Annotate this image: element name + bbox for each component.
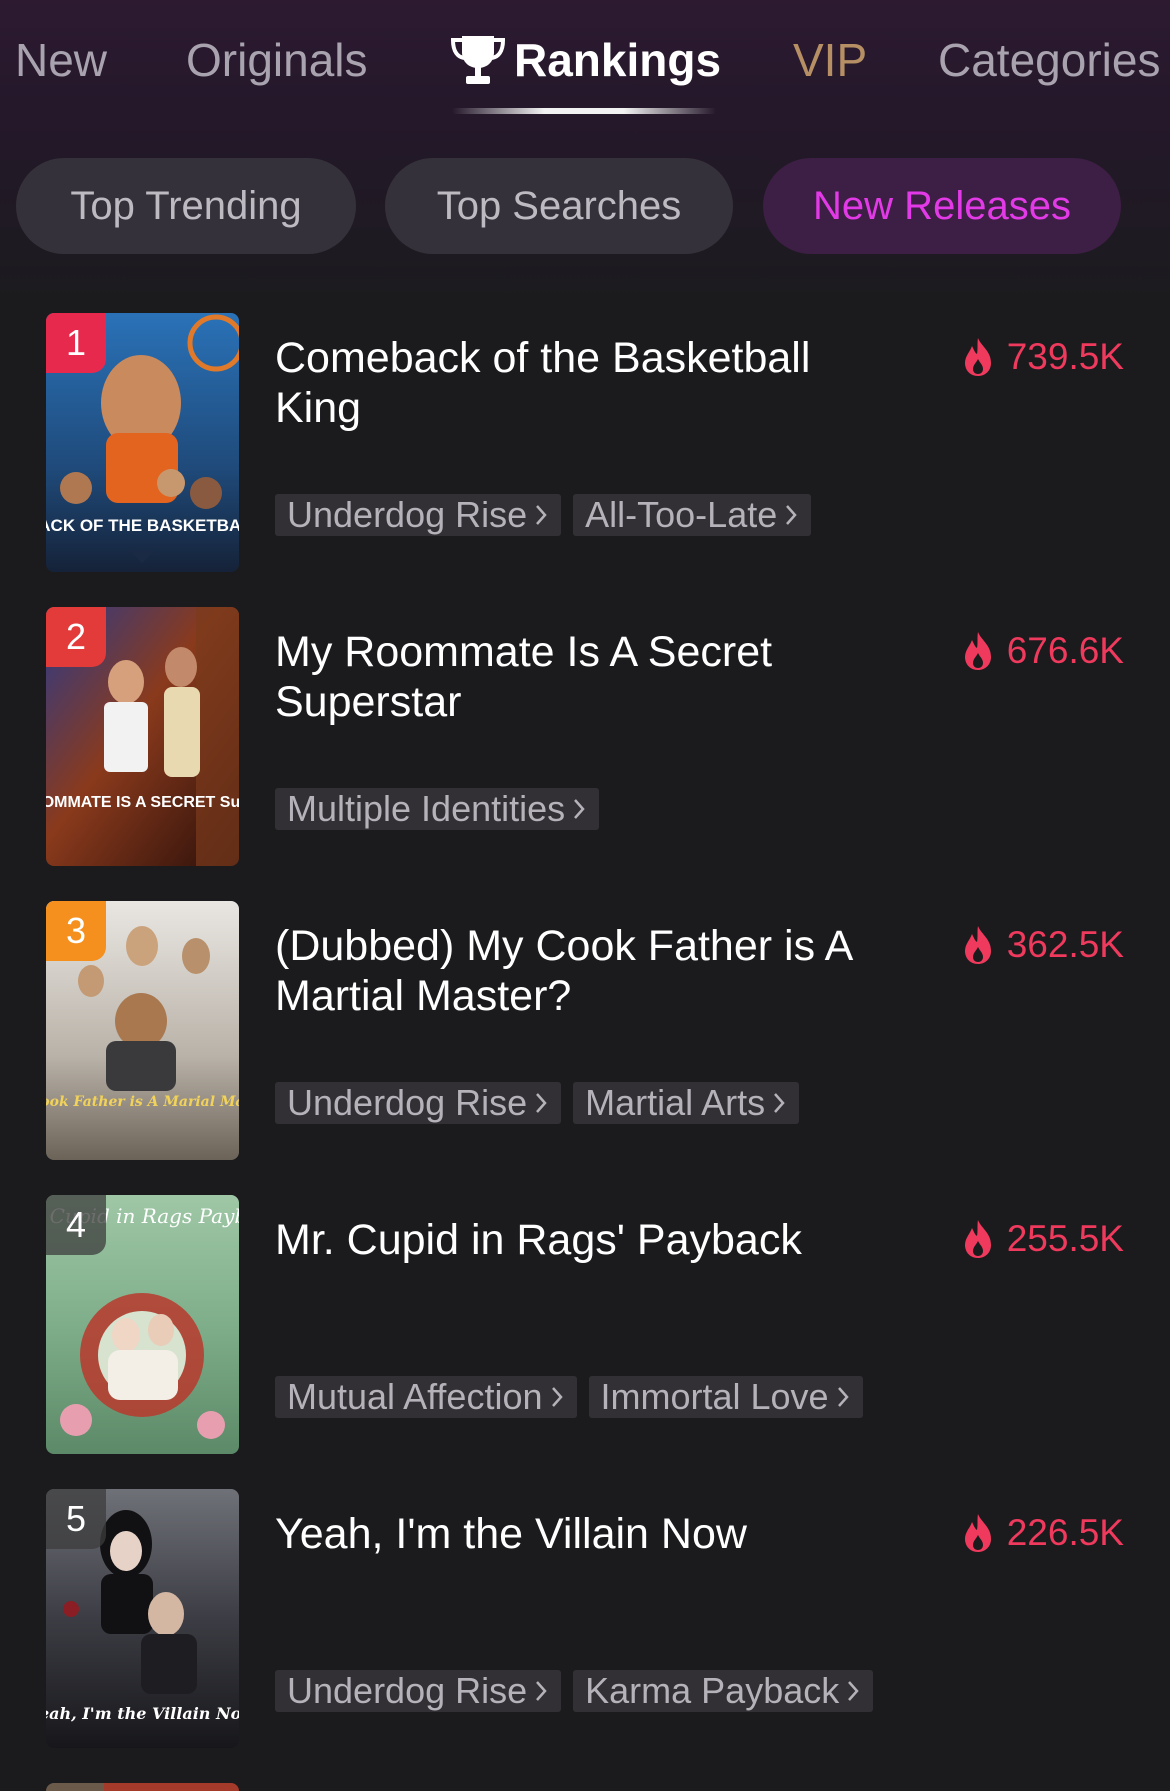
list-item[interactable]: Cupid in Rags Payback 4 Mr. Cupid in Rag… bbox=[0, 1195, 1170, 1455]
tab-vip[interactable]: VIP bbox=[793, 28, 867, 92]
tag-chip[interactable]: Karma Payback bbox=[573, 1670, 874, 1712]
tab-new[interactable]: New bbox=[15, 28, 107, 92]
poster-thumbnail[interactable]: Cupid in Rags Payback 4 bbox=[46, 1195, 239, 1454]
tag-list: Underdog Rise Martial Arts bbox=[275, 1082, 811, 1124]
tag-chip[interactable]: Immortal Love bbox=[588, 1376, 863, 1418]
poster-thumbnail[interactable]: COMEBACK OF THE BASKETBALL KING 1 bbox=[46, 313, 239, 572]
list-item[interactable]: Yeah, I'm the Villain Now 5 Yeah, I'm th… bbox=[0, 1489, 1170, 1749]
rank-badge: 2 bbox=[46, 607, 106, 667]
tag-list: Multiple Identities bbox=[275, 788, 611, 830]
poster-thumbnail[interactable]: My Cook Father is A Marial Master? 3 bbox=[46, 901, 239, 1160]
tab-originals[interactable]: Originals bbox=[186, 28, 368, 92]
tag-label: Underdog Rise bbox=[287, 494, 528, 535]
tag-chip[interactable]: Underdog Rise bbox=[275, 1082, 562, 1124]
rank-badge: 1 bbox=[46, 313, 106, 373]
fire-icon bbox=[964, 1220, 991, 1258]
tab-rankings[interactable]: Rankings bbox=[448, 28, 721, 92]
list-item[interactable]: MY ROOMMATE IS A SECRET Superstar 2 My R… bbox=[0, 607, 1170, 867]
list-item[interactable]: My Cook Father is A Marial Master? 3 (Du… bbox=[0, 901, 1170, 1161]
tag-chip[interactable]: Martial Arts bbox=[573, 1082, 800, 1124]
drama-title[interactable]: Comeback of the Basketball King bbox=[275, 333, 895, 433]
chevron-right-icon bbox=[786, 505, 797, 525]
poster-caption: My Cook Father is A Marial Master? bbox=[46, 1094, 239, 1110]
chevron-right-icon bbox=[536, 505, 547, 525]
heat-value: 676.6K bbox=[1006, 630, 1124, 671]
fire-icon bbox=[964, 338, 991, 376]
trophy-icon bbox=[450, 36, 506, 84]
tag-chip[interactable]: Underdog Rise bbox=[275, 1670, 562, 1712]
chevron-right-icon bbox=[551, 1387, 563, 1407]
heat-count: 255.5K bbox=[961, 1217, 1124, 1261]
drama-title[interactable]: Mr. Cupid in Rags' Payback bbox=[275, 1215, 895, 1265]
chip-top-trending[interactable]: Top Trending bbox=[16, 158, 356, 254]
tag-label: Multiple Identities bbox=[287, 788, 566, 829]
heat-count: 226.5K bbox=[961, 1511, 1124, 1555]
poster-thumbnail[interactable]: Yeah, I'm the Villain Now 5 bbox=[46, 1489, 239, 1748]
heat-count: 362.5K bbox=[961, 923, 1124, 967]
drama-title[interactable]: Yeah, I'm the Villain Now bbox=[275, 1509, 895, 1559]
heat-value: 226.5K bbox=[1006, 1512, 1124, 1553]
poster-caption: Yeah, I'm the Villain Now bbox=[46, 1704, 239, 1723]
tag-chip[interactable]: Multiple Identities bbox=[275, 788, 600, 830]
rank-badge: 5 bbox=[46, 1489, 106, 1549]
chip-new-releases[interactable]: New Releases bbox=[763, 158, 1121, 254]
tag-chip[interactable]: Mutual Affection bbox=[275, 1376, 577, 1418]
chevron-right-icon bbox=[774, 1093, 785, 1113]
poster-caption: MY ROOMMATE IS A SECRET Superstar bbox=[46, 794, 239, 811]
tag-chip[interactable]: All-Too-Late bbox=[573, 494, 812, 536]
list-item[interactable]: COMEBACK OF THE BASKETBALL KING 1 Comeba… bbox=[0, 313, 1170, 573]
heat-value: 739.5K bbox=[1006, 336, 1124, 377]
tag-label: Martial Arts bbox=[585, 1082, 766, 1123]
active-tab-indicator bbox=[452, 108, 716, 114]
drama-title[interactable]: (Dubbed) My Cook Father is A Martial Mas… bbox=[275, 921, 895, 1021]
poster-thumbnail[interactable]: MY ROOMMATE IS A SECRET Superstar 2 bbox=[46, 607, 239, 866]
next-poster-peek[interactable] bbox=[46, 1783, 239, 1791]
tag-list: Underdog Rise All-Too-Late bbox=[275, 494, 823, 536]
drama-title[interactable]: My Roommate Is A Secret Superstar bbox=[275, 627, 895, 727]
chevron-right-icon bbox=[536, 1681, 547, 1701]
tag-label: Immortal Love bbox=[600, 1376, 829, 1417]
chevron-right-icon bbox=[536, 1093, 547, 1113]
tag-label: Karma Payback bbox=[585, 1670, 840, 1711]
chevron-right-icon bbox=[837, 1387, 849, 1407]
tag-label: Underdog Rise bbox=[287, 1082, 528, 1123]
chevron-right-icon bbox=[848, 1681, 859, 1701]
tag-label: Underdog Rise bbox=[287, 1670, 528, 1711]
poster-caption: COMEBACK OF THE BASKETBALL KING bbox=[46, 516, 239, 535]
rank-badge: 3 bbox=[46, 901, 106, 961]
tag-label: All-Too-Late bbox=[585, 494, 778, 535]
heat-count: 739.5K bbox=[961, 335, 1124, 379]
chip-top-searches[interactable]: Top Searches bbox=[385, 158, 733, 254]
rank-badge: 4 bbox=[46, 1195, 106, 1255]
heat-count: 676.6K bbox=[961, 629, 1124, 673]
fire-icon bbox=[964, 926, 991, 964]
fire-icon bbox=[964, 632, 991, 670]
fire-icon bbox=[964, 1514, 991, 1552]
tag-label: Mutual Affection bbox=[287, 1376, 543, 1417]
tag-list: Mutual Affection Immortal Love bbox=[275, 1376, 875, 1418]
tab-rankings-label: Rankings bbox=[514, 34, 722, 86]
tab-categories[interactable]: Categories bbox=[938, 28, 1160, 92]
chevron-right-icon bbox=[574, 799, 585, 819]
main-tab-bar: New Originals Rankings VIP Categories bbox=[0, 0, 1170, 120]
ranking-filter-bar: Top Trending Top Searches New Releases bbox=[0, 158, 1170, 254]
heat-value: 362.5K bbox=[1006, 924, 1124, 965]
heat-value: 255.5K bbox=[1006, 1218, 1124, 1259]
tag-chip[interactable]: Underdog Rise bbox=[275, 494, 562, 536]
tag-list: Underdog Rise Karma Payback bbox=[275, 1670, 885, 1712]
